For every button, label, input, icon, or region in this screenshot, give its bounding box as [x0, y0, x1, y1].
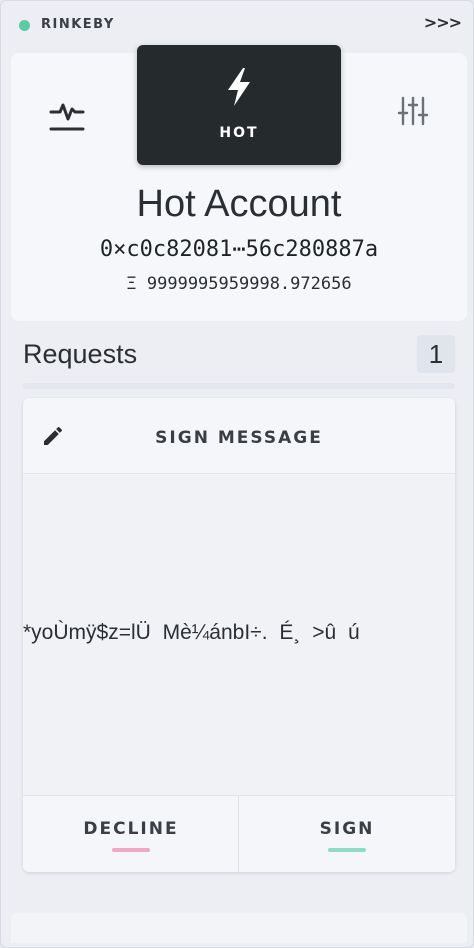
settings-button[interactable]	[397, 95, 429, 127]
account-address[interactable]: 0×c0c82081⋯56c280887a	[11, 237, 467, 262]
request-card: SIGN MESSAGE *yoÙmÿ$z=lÜ Mè¼ánbI÷. É¸ >û…	[23, 398, 455, 872]
decline-label: DECLINE	[83, 819, 179, 839]
request-header: SIGN MESSAGE	[23, 398, 455, 474]
account-name: Hot Account	[136, 183, 342, 225]
account-balance: Ξ 9999995959998.972656	[126, 274, 352, 294]
activity-button[interactable]	[49, 97, 85, 135]
requests-header: Requests 1	[23, 335, 455, 375]
lightning-bolt-icon	[228, 68, 250, 106]
requests-divider	[23, 383, 455, 389]
decline-underline	[112, 848, 150, 852]
activity-pulse-icon	[49, 103, 85, 131]
message-text: *yoÙmÿ$z=lÜ Mè¼ánbI÷. É¸ >û ú	[23, 621, 360, 644]
top-bar: RINKEBY >>>	[1, 1, 474, 49]
request-type-label: SIGN MESSAGE	[155, 428, 323, 448]
expand-panel-button[interactable]: >>>	[424, 13, 462, 32]
account-card: HOT Hot Account 0×c0c82081⋯56c280887a Ξ …	[11, 45, 467, 321]
network-label: RINKEBY	[41, 17, 115, 32]
sign-underline	[328, 848, 366, 852]
signer-type-badge[interactable]: HOT	[137, 45, 341, 165]
signer-type-label: HOT	[219, 125, 259, 141]
sign-label: SIGN	[319, 819, 375, 839]
request-actions: DECLINE SIGN	[23, 795, 455, 872]
message-body: *yoÙmÿ$z=lÜ Mè¼ánbI÷. É¸ >û ú	[23, 475, 455, 795]
sign-button[interactable]: SIGN	[239, 796, 455, 872]
decline-button[interactable]: DECLINE	[23, 796, 239, 872]
network-status-dot	[19, 20, 30, 31]
requests-title: Requests	[23, 339, 138, 369]
sliders-icon	[397, 96, 429, 126]
next-panel-edge	[11, 913, 467, 943]
requests-count-badge: 1	[417, 335, 455, 373]
app-frame: RINKEBY >>> HOT Hot Account 0×c0c82081⋯5…	[0, 0, 474, 948]
